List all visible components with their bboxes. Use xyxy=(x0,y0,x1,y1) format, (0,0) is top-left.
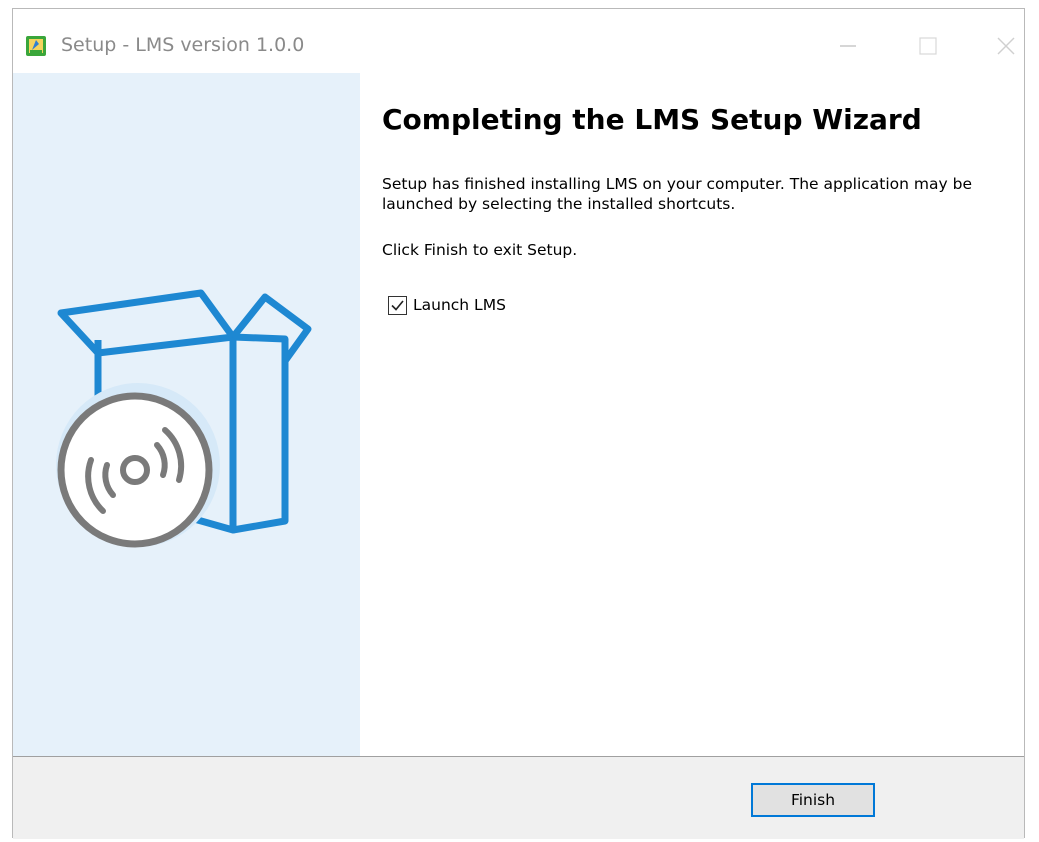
window-title: Setup - LMS version 1.0.0 xyxy=(61,34,305,56)
wizard-content: Completing the LMS Setup Wizard Setup ha… xyxy=(360,73,1024,756)
minimize-icon[interactable] xyxy=(835,33,861,59)
completion-description: Setup has finished installing LMS on you… xyxy=(382,175,972,213)
launch-lms-option[interactable]: Launch LMS xyxy=(388,293,506,317)
page-title: Completing the LMS Setup Wizard xyxy=(382,103,922,136)
close-icon[interactable] xyxy=(993,33,1019,59)
maximize-icon[interactable] xyxy=(915,33,941,59)
setup-wizard-window: Setup - LMS version 1.0.0 Completing the… xyxy=(12,8,1025,839)
title-bar[interactable]: Setup - LMS version 1.0.0 xyxy=(13,9,1024,73)
launch-lms-label[interactable]: Launch LMS xyxy=(413,296,506,314)
finish-button[interactable]: Finish xyxy=(751,783,875,817)
wizard-side-panel xyxy=(13,73,360,756)
launch-lms-checkbox[interactable] xyxy=(388,295,407,315)
wizard-footer: Finish xyxy=(13,757,1024,839)
checkmark-icon xyxy=(391,299,404,311)
software-box-with-disc-illustration xyxy=(56,289,312,548)
finish-instruction: Click Finish to exit Setup. xyxy=(382,241,578,259)
installer-app-icon xyxy=(26,36,46,56)
